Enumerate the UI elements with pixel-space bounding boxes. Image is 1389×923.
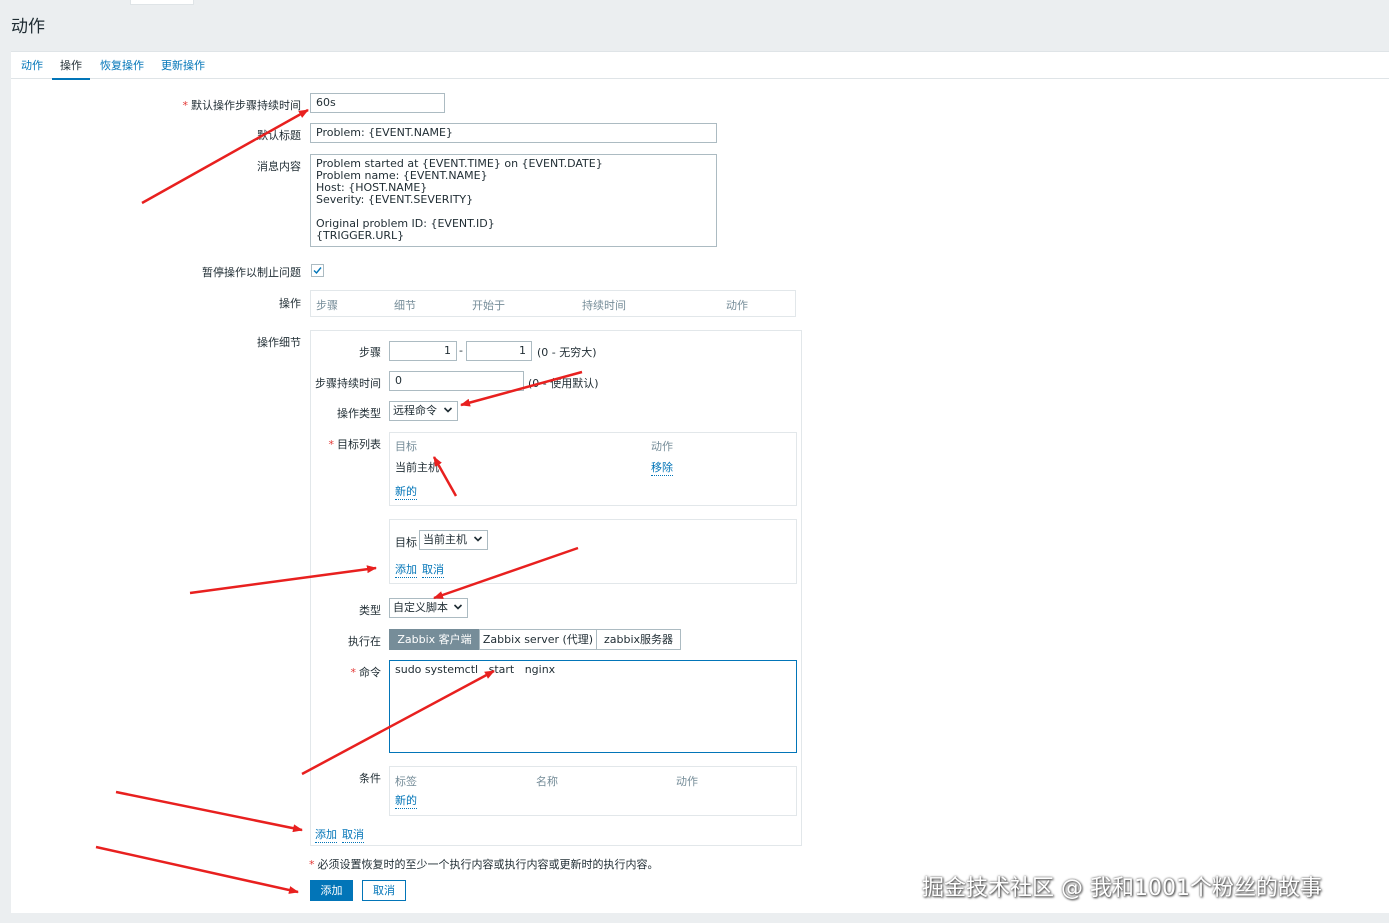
annotation-arrows bbox=[95, 108, 583, 894]
arrow-step-duration bbox=[141, 108, 309, 205]
arrow-command bbox=[301, 669, 495, 776]
arrow-op-type bbox=[460, 370, 583, 407]
arrow-type-select bbox=[433, 546, 579, 600]
arrow-details-add bbox=[115, 790, 303, 833]
arrow-current-host bbox=[432, 456, 458, 497]
arrow-add-button bbox=[95, 845, 299, 894]
arrow-target-editor bbox=[189, 565, 377, 595]
